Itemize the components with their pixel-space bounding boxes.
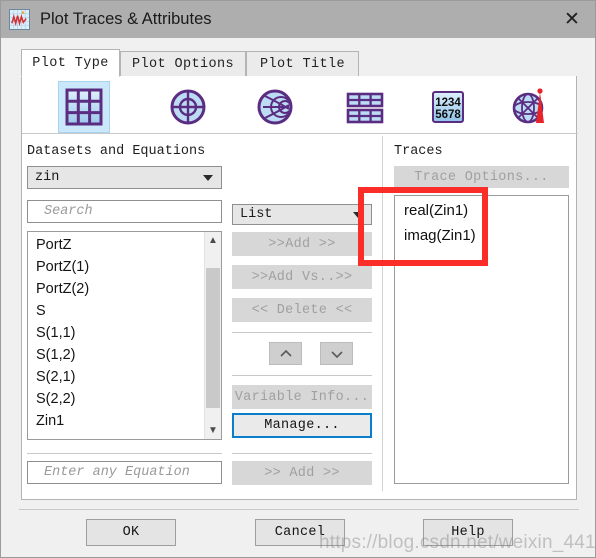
plot-traces-dialog: Plot Traces & Attributes ✕ Plot Type Plo… — [0, 0, 596, 558]
traces-list[interactable]: real(Zin1) imag(Zin1) — [394, 195, 569, 484]
dataset-combo[interactable]: zin — [27, 166, 222, 189]
equation-separator — [27, 453, 222, 454]
add-equation-button[interactable]: >> Add >> — [232, 461, 372, 485]
trace-options-button[interactable]: Trace Options... — [394, 166, 569, 188]
variable-info-button[interactable]: Variable Info... — [232, 385, 372, 409]
close-icon[interactable]: ✕ — [549, 1, 595, 38]
move-down-button[interactable] — [320, 342, 353, 365]
list-item[interactable]: S(1,1) — [28, 322, 204, 344]
tab-plot-options[interactable]: Plot Options — [120, 51, 246, 77]
antenna-pattern-icon[interactable] — [504, 81, 556, 133]
plot-type-tab-page: 1234 5678 Datasets and Equations zin Sea… — [21, 76, 578, 500]
table-plot-icon[interactable] — [339, 81, 391, 133]
chevron-down-icon — [353, 211, 363, 218]
smith-chart-icon[interactable] — [249, 81, 301, 133]
chevron-down-icon — [203, 174, 213, 181]
delete-button[interactable]: << Delete << — [232, 298, 372, 322]
datasets-list-items: PortZ PortZ(1) PortZ(2) S S(1,1) S(1,2) … — [28, 234, 204, 432]
list-item[interactable]: S(2,2) — [28, 388, 204, 410]
chevron-down-icon — [330, 350, 343, 358]
plot-waveform-icon — [9, 9, 30, 30]
plot-type-icon-row: 1234 5678 — [22, 81, 578, 133]
list-item[interactable]: PortZ — [28, 234, 204, 256]
datasets-list-scrollbar[interactable]: ▲ ▼ — [204, 232, 221, 439]
equation-input[interactable]: Enter any Equation — [27, 461, 222, 484]
svg-text:1234: 1234 — [435, 97, 461, 109]
list-mode-combo[interactable]: List — [232, 204, 372, 225]
scroll-down-icon[interactable]: ▼ — [205, 422, 221, 439]
ok-button[interactable]: OK — [86, 519, 176, 546]
traces-divider — [382, 136, 383, 491]
title-bar: Plot Traces & Attributes ✕ — [1, 1, 595, 38]
add-equation-separator — [232, 453, 372, 454]
tab-strip: Plot Type Plot Options Plot Title — [21, 49, 577, 77]
search-placeholder: Search — [44, 204, 93, 219]
datasets-list[interactable]: PortZ PortZ(1) PortZ(2) S S(1,1) S(1,2) … — [27, 231, 222, 440]
dataset-combo-value: zin — [35, 170, 60, 185]
scroll-up-icon[interactable]: ▲ — [205, 232, 221, 249]
polar-plot-icon[interactable] — [162, 81, 214, 133]
tab-plot-type[interactable]: Plot Type — [21, 49, 120, 77]
scrollbar-thumb[interactable] — [206, 268, 220, 408]
window-title: Plot Traces & Attributes — [40, 10, 212, 28]
move-separator-top — [232, 332, 372, 333]
list-item[interactable]: S(1,2) — [28, 344, 204, 366]
cancel-button[interactable]: Cancel — [255, 519, 345, 546]
add-vs-button[interactable]: >>Add Vs..>> — [232, 265, 372, 289]
list-item[interactable]: imag(Zin1) — [395, 223, 568, 248]
tab-plot-title[interactable]: Plot Title — [246, 51, 359, 77]
traces-section-label: Traces — [394, 144, 443, 159]
help-button[interactable]: Help — [423, 519, 513, 546]
manage-button[interactable]: Manage... — [232, 413, 372, 438]
icon-row-separator — [22, 133, 578, 134]
list-item[interactable]: real(Zin1) — [395, 198, 568, 223]
bottom-separator — [19, 509, 579, 510]
list-item[interactable]: PortZ(1) — [28, 256, 204, 278]
svg-text:5678: 5678 — [435, 109, 461, 121]
list-item[interactable]: S(2,1) — [28, 366, 204, 388]
equation-placeholder: Enter any Equation — [44, 465, 190, 480]
add-button[interactable]: >>Add >> — [232, 232, 372, 256]
move-up-button[interactable] — [269, 342, 302, 365]
numeric-list-icon[interactable]: 1234 5678 — [422, 81, 474, 133]
datasets-section-label: Datasets and Equations — [27, 144, 206, 159]
search-input[interactable]: Search — [27, 200, 222, 223]
move-separator-bottom — [232, 375, 372, 376]
tab-strip-filler — [359, 51, 577, 77]
list-item[interactable]: Zin1 — [28, 410, 204, 432]
list-mode-value: List — [240, 207, 273, 222]
list-item[interactable]: S — [28, 300, 204, 322]
list-item[interactable]: PortZ(2) — [28, 278, 204, 300]
rectangular-plot-icon[interactable] — [58, 81, 110, 133]
traces-list-items: real(Zin1) imag(Zin1) — [395, 198, 568, 248]
chevron-up-icon — [279, 349, 292, 357]
